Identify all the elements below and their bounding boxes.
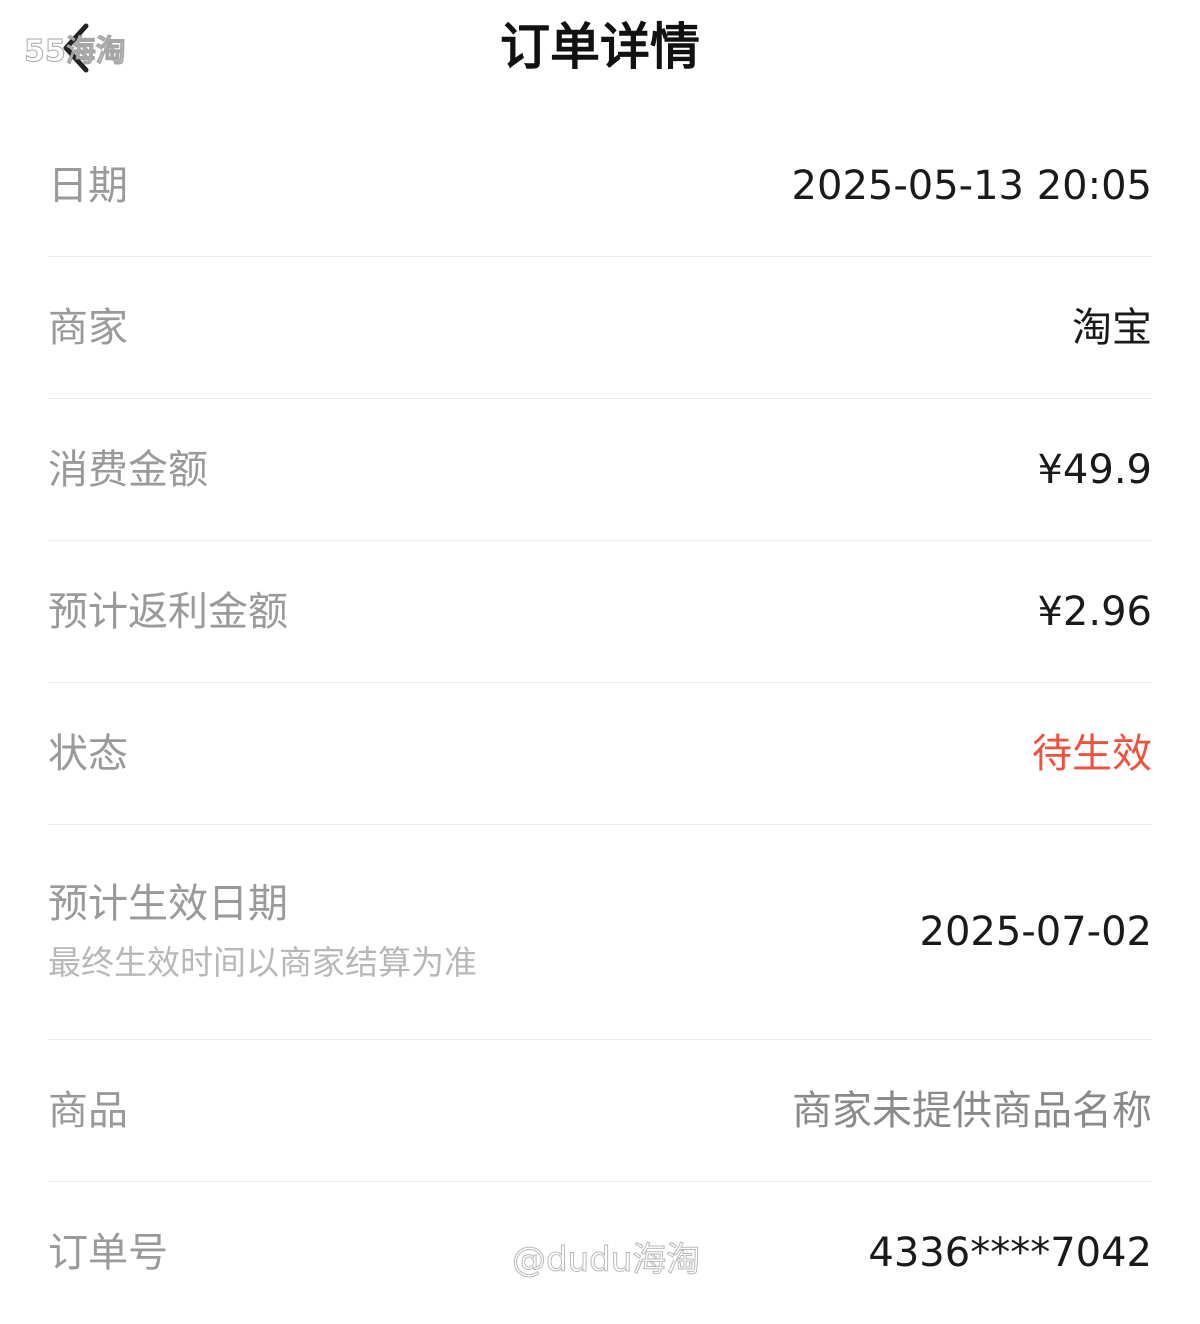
effective-date-label-group: 预计生效日期 最终生效时间以商家结算为准	[48, 879, 477, 985]
effective-date-note: 最终生效时间以商家结算为准	[48, 943, 477, 982]
merchant-label: 商家	[48, 304, 128, 351]
order-detail-list: 日期 2025-05-13 20:05 商家 淘宝 消费金额 ¥49.9 预计返…	[48, 115, 1152, 1324]
product-value: 商家未提供商品名称	[792, 1087, 1152, 1134]
row-merchant: 商家 淘宝	[48, 257, 1152, 399]
amount-value: ¥49.9	[1037, 446, 1152, 493]
watermark-author: @dudu海淘	[511, 1240, 701, 1281]
amount-label: 消费金额	[48, 446, 208, 493]
row-status: 状态 待生效	[48, 683, 1152, 825]
rebate-label: 预计返利金额	[48, 588, 288, 635]
status-label: 状态	[48, 730, 128, 777]
order-number-label: 订单号	[48, 1230, 168, 1276]
status-badge: 待生效	[1032, 730, 1152, 777]
effective-date-label: 预计生效日期	[48, 881, 288, 927]
order-number-value: 4336****7042	[868, 1230, 1152, 1276]
effective-date-value: 2025-07-02	[919, 909, 1152, 955]
date-value: 2025-05-13 20:05	[791, 162, 1152, 209]
rebate-value: ¥2.96	[1037, 588, 1152, 635]
product-label: 商品	[48, 1087, 128, 1134]
nav-bar: 55海淘 订单详情	[0, 0, 1200, 100]
merchant-value: 淘宝	[1072, 304, 1152, 351]
row-amount: 消费金额 ¥49.9	[48, 399, 1152, 541]
row-date: 日期 2025-05-13 20:05	[48, 115, 1152, 257]
row-product: 商品 商家未提供商品名称	[48, 1040, 1152, 1182]
date-label: 日期	[48, 162, 128, 209]
row-effective-date: 预计生效日期 最终生效时间以商家结算为准 2025-07-02	[48, 825, 1152, 1040]
page-title: 订单详情	[500, 18, 700, 76]
row-rebate: 预计返利金额 ¥2.96	[48, 541, 1152, 683]
